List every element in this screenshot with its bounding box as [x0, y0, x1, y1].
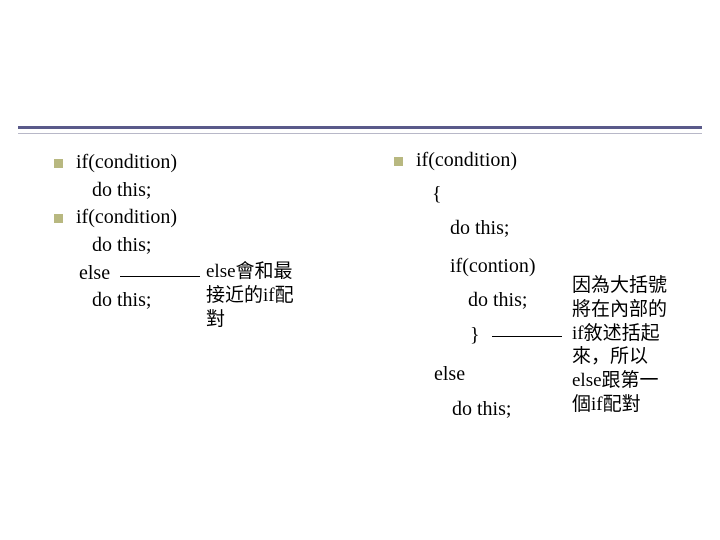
annotation-right: 因為大括號 將在內部的 if敘述括起 來，所以 else跟第一 個if配對: [572, 274, 702, 417]
code-line: }: [470, 325, 480, 345]
code-line: else: [79, 263, 110, 283]
code-line: do this;: [468, 290, 527, 310]
code-line: if(condition): [76, 207, 177, 227]
bullet-icon: [394, 157, 403, 166]
code-line: else: [434, 364, 465, 384]
bullet-icon: [54, 214, 63, 223]
connector-line: [120, 276, 200, 277]
code-line: do this;: [452, 399, 511, 419]
code-line: if(condition): [416, 150, 517, 170]
code-line: do this;: [92, 180, 151, 200]
code-line: do this;: [450, 218, 509, 238]
separator-thick: [18, 126, 702, 129]
code-line: if(contion): [450, 256, 536, 276]
separator-thin: [18, 133, 702, 134]
code-line: do this;: [92, 290, 151, 310]
bullet-icon: [54, 159, 63, 168]
code-line: do this;: [92, 235, 151, 255]
annotation-left: else會和最 接近的if配 對: [206, 260, 316, 331]
connector-line: [492, 336, 562, 337]
code-line: if(condition): [76, 152, 177, 172]
code-line: {: [432, 184, 442, 204]
